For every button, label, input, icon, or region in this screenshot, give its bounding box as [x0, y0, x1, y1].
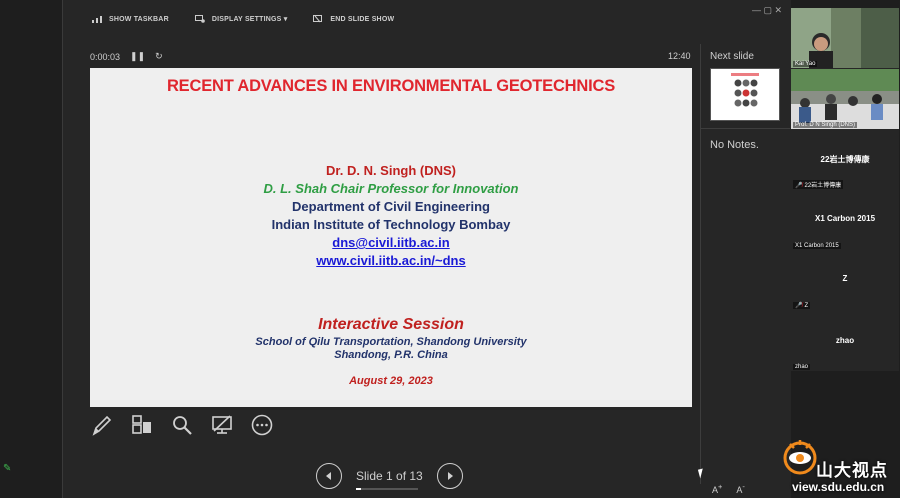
presenter-chair: D. L. Shah Chair Professor for Innovatio…	[263, 181, 519, 196]
watermark-logo: 山大视点 view.sdu.edu.cn	[780, 436, 900, 498]
slide-counter-label: Slide 1 of 13	[356, 469, 423, 483]
clock: 12:40	[668, 51, 691, 61]
participant-name: Z	[842, 274, 848, 283]
participant-caption-row: 🎤̸ Z	[793, 302, 811, 309]
slide-tools	[90, 413, 274, 437]
participant-name: X1 Carbon 2015	[814, 214, 876, 223]
participant-name: zhao	[835, 336, 855, 345]
participant-caption: 22岩土博傳康	[804, 183, 842, 189]
next-slide-label: Next slide	[710, 51, 754, 62]
participant-tile[interactable]: 22岩土博傳康 🎤̸ 22岩土博傳康	[791, 130, 899, 190]
black-screen-icon[interactable]	[210, 413, 234, 437]
pen-indicator-icon: ✎	[3, 463, 12, 474]
participant-tile[interactable]: Z 🎤̸ Z	[791, 250, 899, 310]
more-options-icon[interactable]	[250, 413, 274, 437]
increase-font-icon[interactable]: A+	[712, 482, 722, 495]
city: Shandong, P.R. China	[334, 349, 448, 361]
participant-caption: X1 Carbon 2015	[793, 243, 841, 249]
chevron-right-icon	[447, 472, 453, 480]
pause-icon[interactable]: ❚❚	[130, 51, 145, 62]
end-show-icon	[313, 15, 323, 23]
watermark-text: 山大视点	[816, 461, 888, 480]
participant-video	[791, 69, 899, 129]
end-slide-show-button[interactable]: END SLIDE SHOW	[313, 15, 394, 23]
show-taskbar-label: SHOW TASKBAR	[109, 15, 169, 23]
presenter-name: Dr. D. N. Singh (DNS)	[326, 163, 456, 178]
slide-progress-fill	[356, 488, 361, 490]
notes-divider	[700, 128, 790, 129]
next-slide-button[interactable]	[436, 463, 463, 489]
session-title: Interactive Session	[318, 316, 464, 333]
email-link[interactable]: dns@civil.iitb.ac.in	[90, 235, 692, 250]
speaker-notes: No Notes.	[710, 139, 759, 151]
slide-title: RECENT ADVANCES IN ENVIRONMENTAL GEOTECH…	[166, 77, 616, 95]
zoom-icon[interactable]	[170, 413, 194, 437]
slide-navigation: Slide 1 of 13	[316, 463, 463, 490]
timer-area: 0:00:03 ❚❚ ↻	[90, 51, 163, 62]
participant-video	[791, 8, 899, 68]
session-date: August 29, 2023	[349, 375, 433, 387]
website-link[interactable]: www.civil.iitb.ac.in/~dns	[90, 253, 692, 268]
school-name: School of Qilu Transportation, Shandong …	[255, 336, 527, 348]
see-all-slides-icon[interactable]	[130, 413, 154, 437]
participant-tile[interactable]: zhao zhao	[791, 310, 899, 371]
decrease-font-icon[interactable]: A-	[736, 482, 745, 495]
next-slide-thumbnail[interactable]	[710, 68, 780, 121]
restart-icon[interactable]: ↻	[155, 51, 163, 62]
taskbar-icon	[92, 16, 102, 23]
display-settings-icon	[194, 15, 205, 23]
participant-caption: Kai Yao	[793, 61, 818, 67]
sdu-eye-icon	[783, 440, 817, 475]
participant-tile[interactable]: X1 Carbon 2015 X1 Carbon 2015	[791, 190, 899, 250]
show-taskbar-button[interactable]: SHOW TASKBAR	[92, 15, 169, 23]
participant-caption: Z	[804, 303, 809, 309]
participant-panel: Kai Yao Prof. D N Singh (DNS) 22岩土博傳康 🎤̸…	[791, 8, 899, 371]
participant-video-tile[interactable]: Prof. D N Singh (DNS)	[791, 69, 899, 129]
thumbnail-preview	[731, 73, 759, 107]
notes-font-controls: A+ A-	[712, 482, 745, 495]
watermark-url: view.sdu.edu.cn	[792, 480, 885, 494]
panel-divider	[700, 44, 701, 484]
participant-caption-row: 🎤̸ 22岩土博傳康	[793, 180, 844, 189]
participant-name: 22岩土博傳康	[820, 155, 870, 164]
participant-video-tile[interactable]: Kai Yao	[791, 8, 899, 68]
institute: Indian Institute of Technology Bombay	[271, 217, 511, 232]
elapsed-timer: 0:00:03	[90, 51, 121, 62]
muted-mic-icon: 🎤̸	[795, 183, 803, 189]
presenter-toolbar: SHOW TASKBAR DISPLAY SETTINGS ▾ END SLID…	[62, 8, 394, 30]
participant-caption: zhao	[793, 364, 811, 370]
window-controls[interactable]: — ▢ ✕	[752, 5, 782, 16]
pen-icon[interactable]	[90, 413, 114, 437]
participant-caption: Prof. D N Singh (DNS)	[793, 122, 858, 128]
current-slide[interactable]: RECENT ADVANCES IN ENVIRONMENTAL GEOTECH…	[90, 68, 692, 407]
chevron-left-icon	[326, 472, 331, 480]
muted-mic-icon: 🎤̸	[795, 303, 803, 309]
display-settings-button[interactable]: DISPLAY SETTINGS ▾	[194, 15, 288, 23]
department: Department of Civil Engineering	[292, 199, 490, 214]
slide-counter[interactable]: Slide 1 of 13	[356, 469, 423, 490]
end-slide-show-label: END SLIDE SHOW	[330, 15, 395, 23]
slide-progress-bar	[356, 488, 418, 490]
display-settings-label: DISPLAY SETTINGS ▾	[211, 16, 288, 23]
previous-slide-button[interactable]	[316, 463, 342, 489]
